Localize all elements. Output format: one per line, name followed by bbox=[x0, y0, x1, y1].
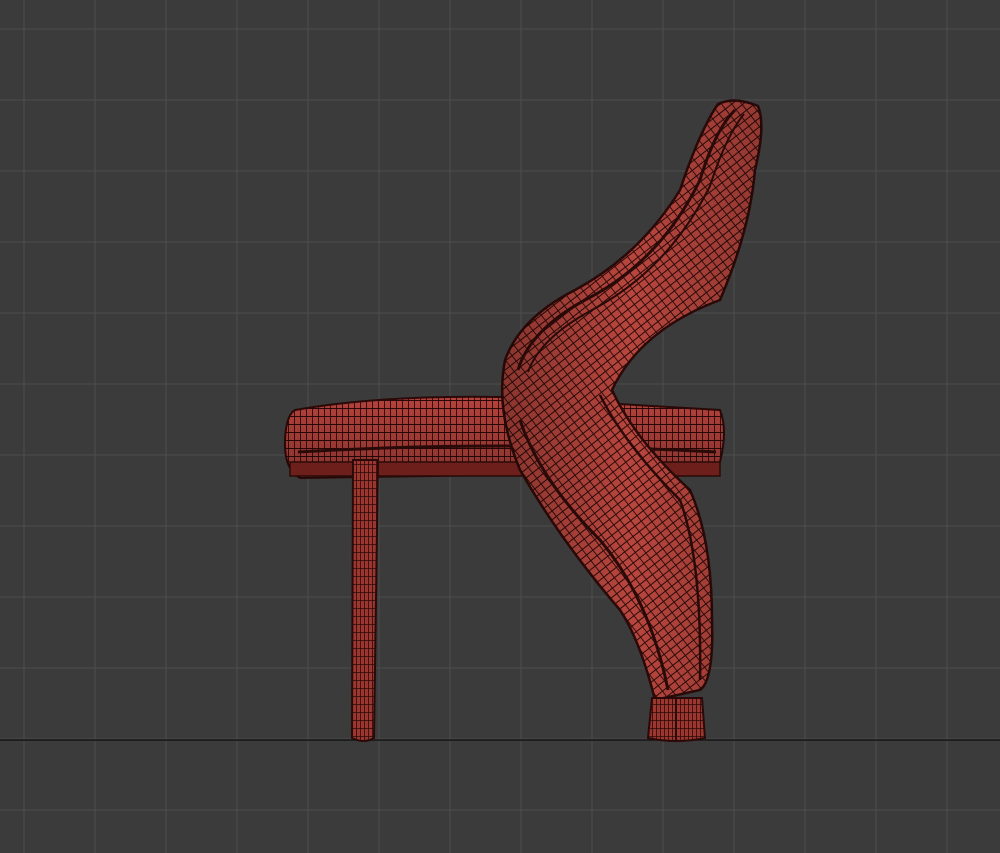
3d-viewport[interactable] bbox=[0, 0, 1000, 853]
chair-front-leg[interactable] bbox=[350, 459, 380, 742]
viewport-canvas[interactable] bbox=[0, 0, 1000, 853]
chair-rear-foot[interactable] bbox=[646, 697, 707, 742]
chair-model[interactable] bbox=[283, 99, 763, 742]
chair-backrest[interactable] bbox=[500, 99, 763, 702]
